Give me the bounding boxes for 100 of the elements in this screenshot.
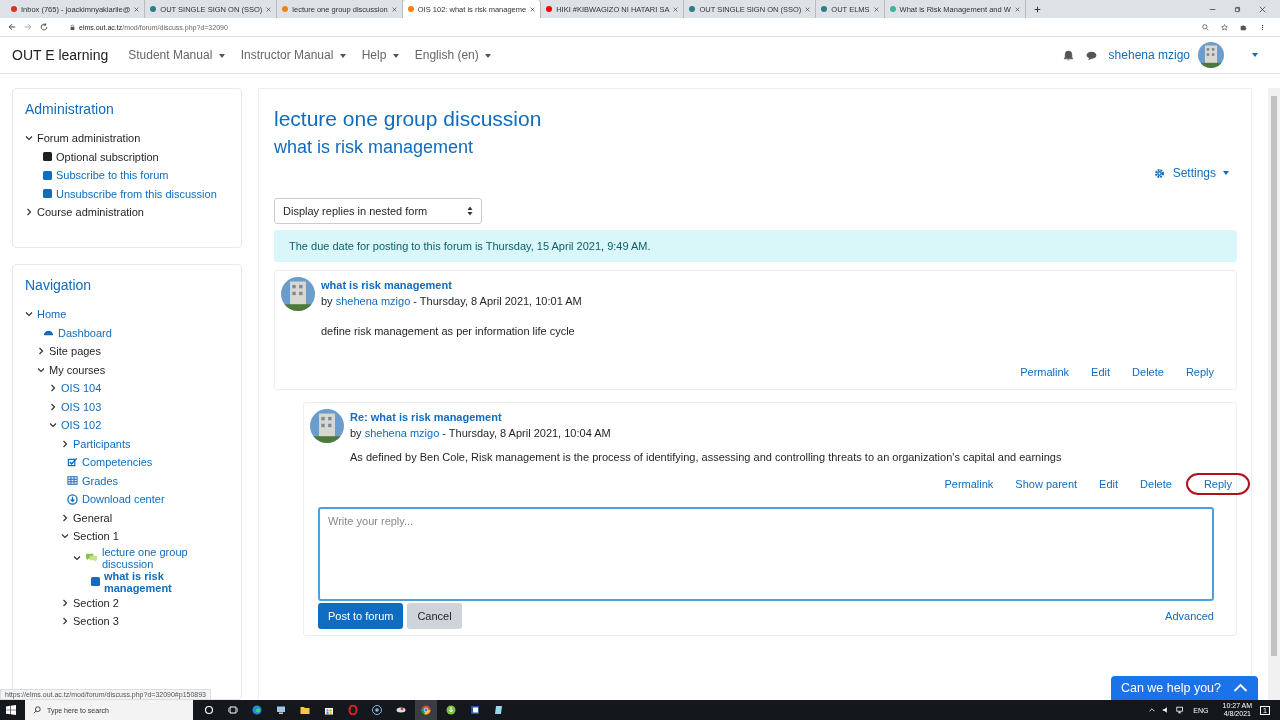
close-icon[interactable] (873, 6, 879, 12)
store-icon[interactable] (324, 705, 334, 715)
close-icon[interactable] (266, 6, 272, 12)
scrollbar[interactable] (1268, 88, 1280, 700)
chat-bubble-icon[interactable] (1085, 49, 1097, 61)
post-action-link[interactable]: Permalink (936, 473, 1002, 495)
more-icon[interactable] (1259, 23, 1266, 31)
expand-caret-icon[interactable] (61, 617, 69, 626)
restore-icon[interactable] (1234, 5, 1241, 13)
puzzle-icon[interactable] (1240, 23, 1247, 31)
cancel-button[interactable]: Cancel (407, 603, 462, 629)
nav-link[interactable]: Competencies (82, 456, 153, 469)
nav-item[interactable]: Section 3 (73, 615, 119, 628)
reload-icon[interactable] (40, 23, 48, 31)
folder-icon[interactable] (300, 705, 310, 715)
expand-caret-icon[interactable] (37, 347, 45, 356)
computer-icon[interactable] (276, 705, 286, 715)
nav-item[interactable]: General (73, 511, 113, 524)
close-icon[interactable] (530, 6, 536, 12)
close-icon[interactable] (134, 6, 140, 12)
nav-link[interactable]: OIS 102 (61, 419, 102, 432)
nav-link[interactable]: Dashboard (58, 326, 112, 339)
circle-icon[interactable] (204, 705, 214, 715)
expand-caret-icon[interactable] (61, 513, 69, 522)
collapse-caret-icon[interactable] (25, 310, 33, 319)
settings-menu[interactable]: Settings (1153, 166, 1229, 180)
post-action-link[interactable]: Delete (1124, 361, 1172, 383)
close-icon[interactable] (805, 6, 811, 12)
app-icon[interactable] (396, 705, 406, 715)
expand-caret-icon[interactable] (61, 598, 69, 607)
close-icon[interactable] (1259, 5, 1266, 13)
back-arrow-icon[interactable] (8, 23, 16, 31)
nav-item[interactable]: Site pages (49, 345, 101, 358)
download-arrow-icon[interactable] (446, 705, 456, 715)
plus-icon[interactable] (1033, 5, 1041, 13)
expand-caret-icon[interactable] (25, 208, 33, 217)
lock-icon (70, 23, 75, 31)
nav-link[interactable]: Participants (73, 437, 131, 450)
close-icon[interactable] (1014, 6, 1020, 12)
nav-item[interactable]: Section 1 (73, 530, 119, 543)
task-view-icon[interactable] (228, 705, 238, 715)
ring-icon[interactable] (348, 705, 358, 715)
nav-item[interactable]: Course administration (37, 206, 144, 219)
user-name[interactable]: shehena mzigo (1108, 48, 1190, 62)
nav-link[interactable]: Unsubscribe from this discussion (56, 187, 217, 200)
post-action-link[interactable]: Show parent (1007, 473, 1086, 495)
network-icon[interactable] (1176, 706, 1185, 714)
post-subject[interactable]: what is risk management (321, 279, 582, 291)
star-icon[interactable] (1221, 23, 1228, 31)
reply-field[interactable]: Write your reply... (318, 507, 1214, 601)
document-icon[interactable] (470, 705, 480, 715)
nav-item[interactable]: Section 2 (73, 596, 119, 609)
menu-dropdown[interactable]: Instructor Manual (240, 48, 346, 62)
collapse-caret-icon[interactable] (49, 421, 57, 430)
caret-icon[interactable] (1252, 53, 1258, 57)
post-action-link[interactable]: Edit (1083, 361, 1119, 383)
advanced-link[interactable]: Advanced (1165, 610, 1214, 622)
expand-caret-icon[interactable] (61, 439, 69, 448)
chrome-icon[interactable] (415, 700, 437, 720)
windows-start-icon[interactable] (6, 705, 16, 715)
post-action-link[interactable]: Permalink (1012, 361, 1078, 383)
chat-button[interactable]: Can we help you? (1110, 676, 1258, 700)
post-action-link[interactable]: Delete (1132, 473, 1180, 495)
post-button[interactable]: Post to forum (318, 603, 404, 629)
nav-item[interactable]: Forum administration (37, 132, 141, 145)
nav-link[interactable]: what is risk management (103, 569, 229, 594)
post-action-link[interactable]: Edit (1091, 473, 1127, 495)
nav-link[interactable]: Home (37, 308, 67, 321)
byline-text: by (350, 427, 362, 439)
nav-link[interactable]: OIS 103 (61, 400, 102, 413)
nav-link[interactable]: Grades (82, 474, 119, 487)
display-mode-select[interactable]: Display replies in nested form (274, 198, 482, 224)
close-icon[interactable] (391, 6, 397, 12)
nav-item[interactable]: My courses (49, 363, 106, 376)
expand-caret-icon[interactable] (49, 384, 57, 393)
nav-link[interactable]: Subscribe to this forum (56, 169, 169, 182)
collapse-caret-icon[interactable] (25, 134, 33, 143)
author-link[interactable]: shehena mzigo (364, 427, 440, 439)
collapse-caret-icon[interactable] (73, 553, 81, 562)
zoom-icon[interactable] (1202, 23, 1209, 31)
post-action-link[interactable]: Reply (1177, 361, 1222, 383)
post-subject[interactable]: Re: what is risk management (350, 411, 611, 423)
collapse-caret-icon[interactable] (37, 365, 45, 374)
nav-item[interactable]: Optional subscription (56, 150, 159, 163)
collapse-caret-icon[interactable] (61, 532, 69, 541)
nav-link[interactable]: OIS 104 (61, 382, 102, 395)
disc-icon[interactable] (372, 705, 382, 715)
edge-icon[interactable] (252, 705, 262, 715)
notepad-icon[interactable] (494, 705, 504, 715)
menu-dropdown[interactable]: Student Manual (128, 48, 225, 62)
site-name[interactable]: OUT E learning (12, 47, 109, 63)
bell-icon[interactable] (1062, 49, 1074, 61)
menu-dropdown[interactable]: Help (361, 48, 399, 62)
chevron-up-icon[interactable] (1148, 706, 1157, 714)
post-action-link[interactable]: Reply (1185, 473, 1250, 495)
nav-link[interactable]: Download center (82, 493, 165, 506)
author-link[interactable]: shehena mzigo (335, 295, 411, 307)
menu-dropdown[interactable]: English (en) (414, 48, 492, 62)
expand-caret-icon[interactable] (49, 402, 57, 411)
close-icon[interactable] (673, 6, 679, 12)
